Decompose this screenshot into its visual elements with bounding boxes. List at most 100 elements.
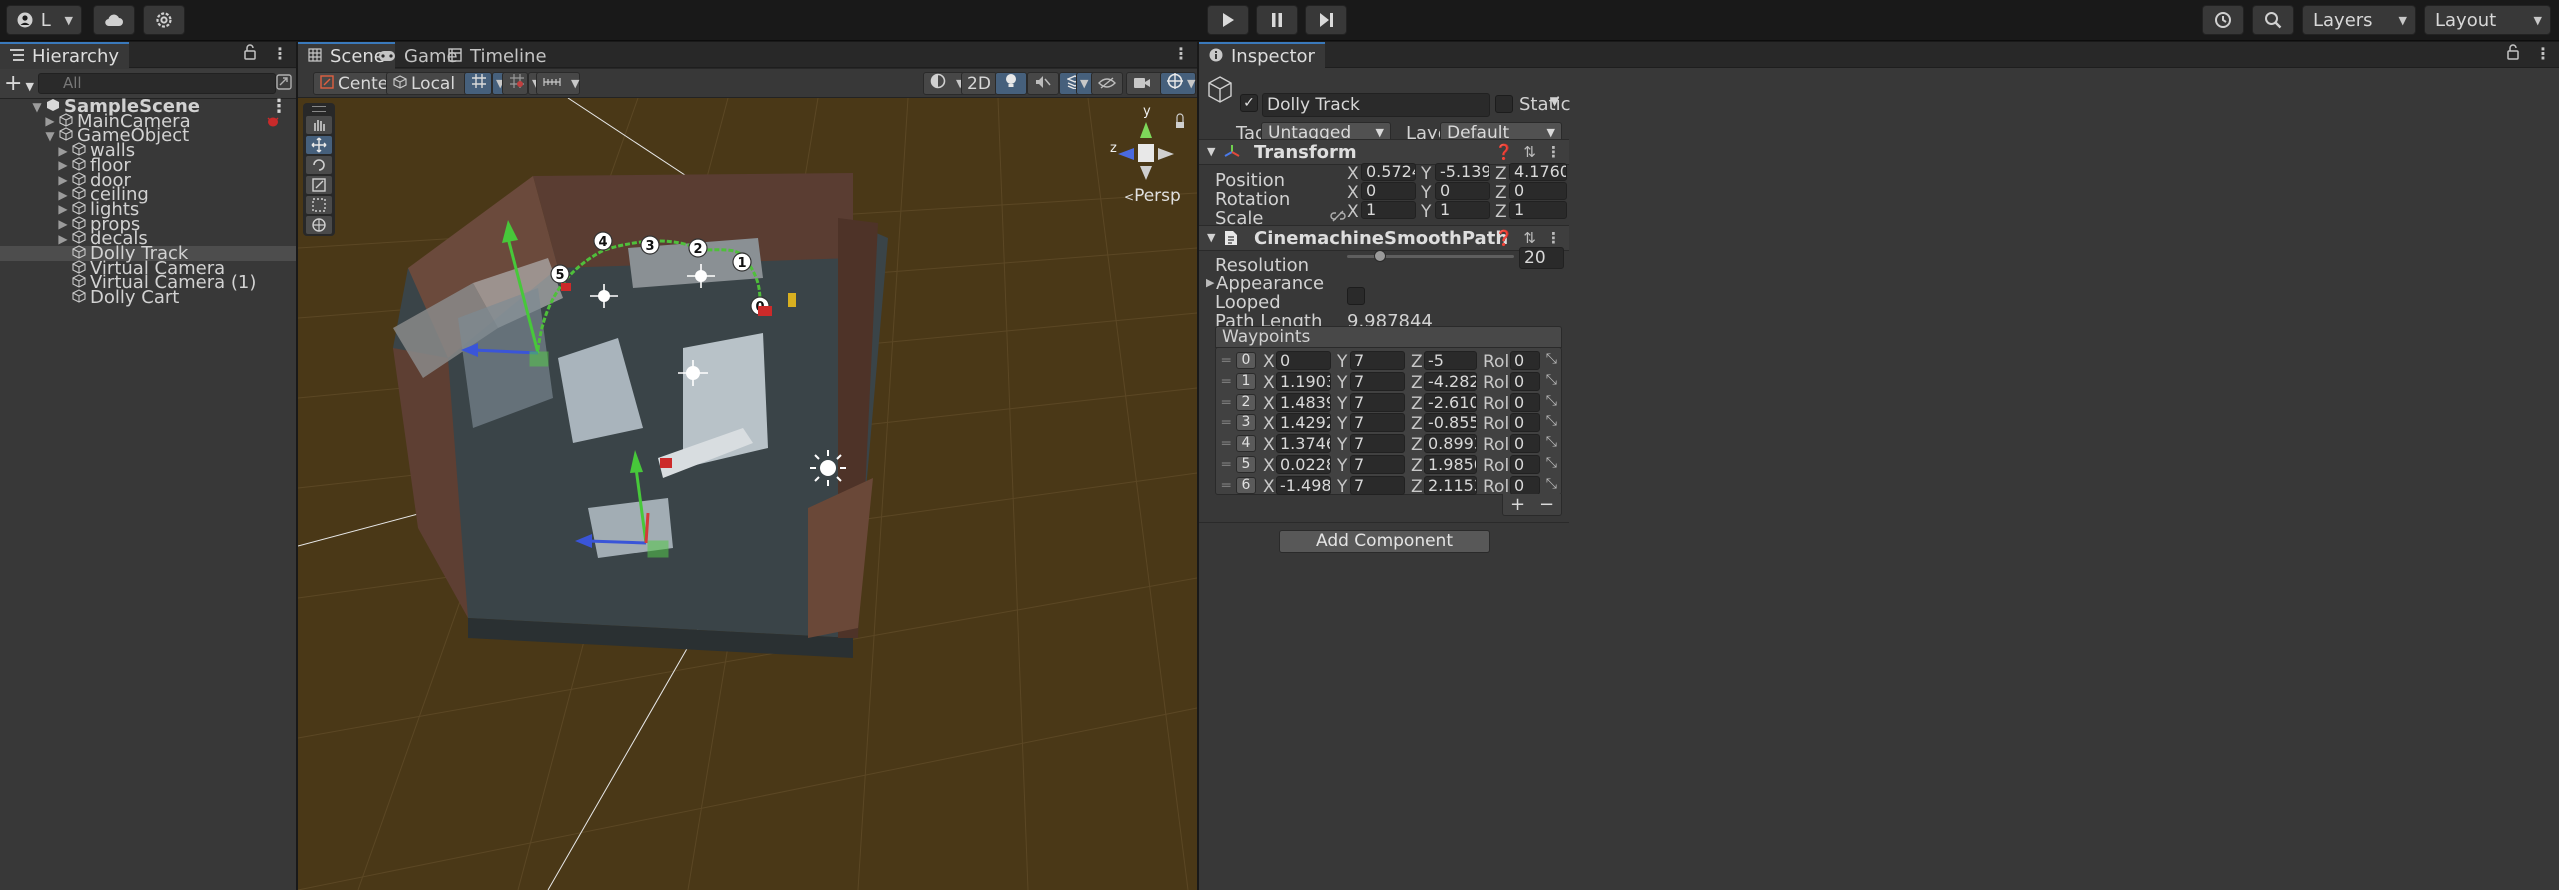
more-options-icon[interactable]: ⋮ (1546, 143, 1561, 161)
drag-handle-icon[interactable]: ═ (1222, 478, 1230, 494)
resize-grip-icon[interactable]: ⤡ (1546, 434, 1557, 450)
help-icon[interactable]: ❓ (1495, 229, 1514, 247)
cloud-button[interactable] (93, 5, 135, 35)
add-waypoint-button[interactable]: + (1510, 494, 1525, 515)
path-node-4[interactable]: 4 (593, 231, 613, 251)
gizmos-dropdown[interactable]: ▼ (1160, 72, 1196, 95)
lock-icon[interactable] (2507, 44, 2519, 64)
waypoint-y-field[interactable]: 7 (1350, 475, 1405, 495)
play-button[interactable] (1207, 5, 1249, 35)
path-node-3[interactable]: 3 (640, 235, 660, 255)
resize-grip-icon[interactable]: ⤡ (1546, 351, 1557, 367)
waypoint-y-field[interactable]: 7 (1350, 351, 1405, 370)
waypoint-index[interactable]: 5 (1236, 456, 1256, 473)
resolution-slider-handle[interactable] (1374, 250, 1387, 262)
position-z-field[interactable]: 4.176067 (1509, 163, 1567, 181)
tab-hierarchy[interactable]: Hierarchy (0, 42, 130, 69)
waypoint-roll-field[interactable]: 0 (1510, 434, 1540, 454)
hierarchy-item[interactable]: ▼ GameObject (0, 125, 296, 146)
scene-viewport[interactable]: 0 1 2 3 4 5 (298, 98, 1197, 890)
grid-snap-toggle[interactable] (464, 72, 492, 95)
drag-handle-icon[interactable]: ═ (1222, 353, 1230, 369)
drag-handle-icon[interactable]: ═ (1222, 415, 1230, 431)
more-options-icon[interactable]: ⋮ (1173, 44, 1189, 63)
waypoint-index[interactable]: 6 (1236, 476, 1256, 494)
collapse-arrow-icon[interactable]: ▶ (56, 202, 70, 216)
waypoint-roll-field[interactable]: 0 (1510, 392, 1540, 412)
collapse-arrow-icon[interactable]: ▶ (56, 144, 70, 158)
waypoint-z-field[interactable]: -0.85535 (1424, 413, 1477, 433)
rotation-y-field[interactable]: 0 (1435, 182, 1490, 200)
services-button[interactable] (143, 5, 185, 35)
lock-icon[interactable] (244, 44, 256, 64)
path-node-2[interactable]: 2 (688, 238, 708, 258)
scale-z-field[interactable]: 1 (1509, 201, 1567, 219)
rotation-x-field[interactable]: 0 (1361, 182, 1416, 200)
tab-timeline[interactable]: Timeline (438, 42, 557, 69)
scale-y-field[interactable]: 1 (1435, 201, 1490, 219)
more-options-icon[interactable]: ⋮ (1546, 229, 1561, 247)
help-icon[interactable]: ❓ (1495, 143, 1514, 161)
resize-grip-icon[interactable]: ⤡ (1546, 476, 1557, 492)
collapse-arrow-icon[interactable]: ▶ (56, 158, 70, 172)
waypoint-roll-field[interactable]: 0 (1510, 455, 1540, 474)
transform-tool-icon[interactable] (306, 216, 332, 234)
waypoint-x-field[interactable]: 0.022828 (1276, 455, 1331, 474)
waypoint-y-field[interactable]: 7 (1350, 413, 1405, 433)
hierarchy-item[interactable]: ▶ walls (0, 140, 296, 161)
rotate-tool-icon[interactable] (306, 156, 332, 174)
resize-grip-icon[interactable]: ⤡ (1546, 413, 1557, 429)
projection-toggle[interactable]: <Persp (1124, 186, 1181, 206)
drag-handle-icon[interactable]: ═ (1222, 374, 1230, 390)
object-name-field[interactable]: Dolly Track (1262, 93, 1490, 117)
waypoint-x-field[interactable]: 1.19032 (1276, 371, 1331, 391)
preset-icon[interactable]: ⇅ (1523, 229, 1536, 247)
resize-grip-icon[interactable]: ⤡ (1546, 372, 1557, 388)
waypoint-index[interactable]: 2 (1236, 393, 1256, 411)
collapse-arrow-icon[interactable]: ▶ (56, 232, 70, 246)
expand-arrow-icon[interactable]: ▼ (30, 100, 44, 114)
resize-grip-icon[interactable]: ⤡ (1546, 455, 1557, 471)
waypoint-roll-field[interactable]: 0 (1510, 371, 1540, 391)
waypoint-y-field[interactable]: 7 (1350, 371, 1405, 391)
waypoint-index[interactable]: 1 (1236, 372, 1256, 390)
more-options-icon[interactable]: ⋮ (272, 44, 288, 64)
waypoints-header[interactable]: Waypoints (1215, 326, 1562, 348)
pause-button[interactable] (1256, 5, 1298, 35)
waypoint-roll-field[interactable]: 0 (1510, 351, 1540, 370)
add-object-button[interactable]: + ▼ (4, 71, 34, 96)
static-checkbox[interactable] (1495, 95, 1513, 113)
scale-x-field[interactable]: 1 (1361, 201, 1416, 219)
path-node-1[interactable]: 1 (732, 252, 752, 272)
looped-checkbox[interactable] (1347, 287, 1365, 305)
rotation-z-field[interactable]: 0 (1509, 182, 1567, 200)
waypoint-y-field[interactable]: 7 (1350, 434, 1405, 454)
resolution-slider[interactable] (1347, 255, 1514, 258)
waypoint-roll-field[interactable]: 0 (1510, 413, 1540, 433)
waypoint-index[interactable]: 3 (1236, 414, 1256, 432)
waypoint-index[interactable]: 4 (1236, 435, 1256, 453)
waypoint-x-field[interactable]: -1.498964 (1276, 475, 1331, 495)
layout-dropdown[interactable]: Layout ▼ (2424, 5, 2551, 35)
chevron-down-icon[interactable]: ▼ (1550, 94, 1559, 108)
foldout-arrow-icon[interactable]: ▶ (1206, 276, 1214, 289)
light-gizmo[interactable] (810, 450, 846, 486)
collapse-arrow-icon[interactable]: ▶ (43, 114, 57, 128)
position-x-field[interactable]: 0.572469 (1361, 163, 1416, 181)
waypoint-z-field[interactable]: 0.899315 (1424, 434, 1477, 454)
hierarchy-item[interactable]: ▶ props (0, 214, 296, 235)
hierarchy-item[interactable]: ▶ lights (0, 199, 296, 220)
hand-tool-icon[interactable] (306, 116, 332, 134)
increment-snap-toggle[interactable] (502, 72, 528, 95)
collapse-arrow-icon[interactable]: ▶ (56, 173, 70, 187)
waypoint-z-field[interactable]: 2.115339 (1424, 475, 1477, 495)
expand-arrow-icon[interactable]: ▼ (43, 129, 57, 143)
hierarchy-search-input[interactable]: All (38, 73, 276, 94)
waypoint-z-field[interactable]: -2.61003 (1424, 392, 1477, 412)
drag-handle-icon[interactable] (312, 106, 326, 112)
hierarchy-item[interactable]: ▶ floor (0, 155, 296, 176)
waypoint-index[interactable]: 0 (1236, 352, 1256, 369)
transform-header[interactable]: ▼ Transform ❓ ⇅ ⋮ (1199, 139, 1569, 165)
undo-history-button[interactable] (2202, 5, 2244, 35)
resolution-field[interactable]: 20 (1519, 247, 1564, 269)
